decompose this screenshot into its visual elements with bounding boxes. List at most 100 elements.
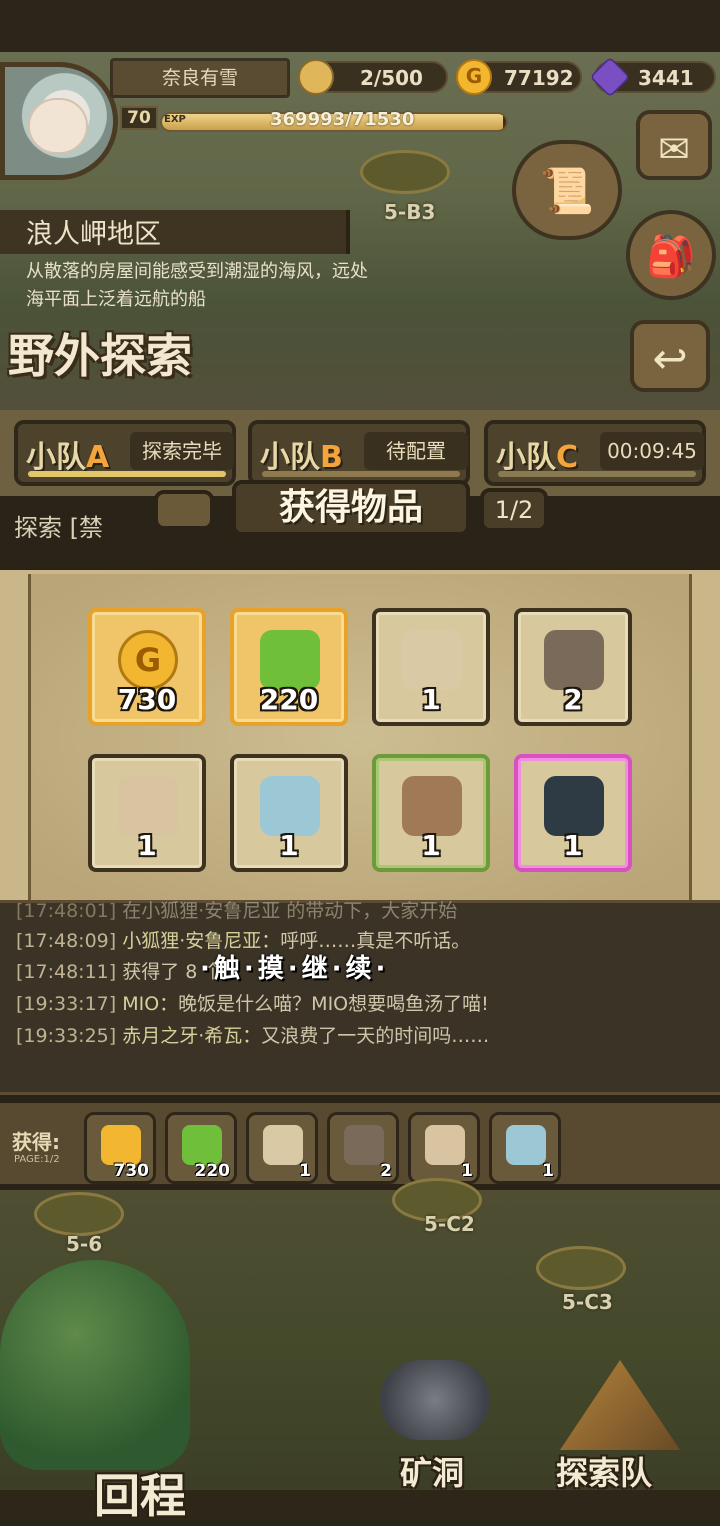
- gem-counter[interactable]: 3441: [589, 56, 716, 98]
- acquired-item-slot[interactable]: 1: [408, 1112, 480, 1184]
- acquired-item-icon: [101, 1125, 141, 1165]
- acquired-item-icon: [506, 1125, 546, 1165]
- exp-tag: EXP: [164, 114, 186, 125]
- item-slot-dark-ore[interactable]: 1: [514, 754, 632, 872]
- avatar-face: [28, 98, 88, 154]
- back-button[interactable]: ↩: [630, 320, 710, 392]
- mine-rock: [380, 1360, 490, 1440]
- acquired-item-slot[interactable]: 730: [84, 1112, 156, 1184]
- acquired-item-icon: [263, 1125, 303, 1165]
- popup-page-indicator: 1/2: [480, 488, 548, 532]
- squad-a-name: 小队A: [26, 440, 110, 475]
- acquired-item-count: 2: [380, 1161, 392, 1181]
- gold-counter[interactable]: G 77192: [456, 59, 582, 95]
- mine-button[interactable]: 矿洞: [400, 1448, 464, 1494]
- return-button[interactable]: 回程: [94, 1460, 186, 1526]
- acquired-item-count: 1: [542, 1161, 554, 1181]
- field-explore-title: 野外探索: [8, 329, 192, 383]
- player-name: 奈良有雪: [110, 58, 290, 98]
- gold-value: 77192: [504, 66, 574, 90]
- acquired-item-count: 1: [461, 1161, 473, 1181]
- squad-c-button[interactable]: 小队C 00:09:45: [484, 420, 706, 486]
- stage-label-5-b3: 5-B3: [384, 200, 436, 224]
- item-count: 1: [279, 829, 299, 862]
- item-slot-rope[interactable]: 1: [372, 754, 490, 872]
- water-bowl-icon: [260, 776, 320, 836]
- rope-icon: [402, 776, 462, 836]
- stage-node-5-b3[interactable]: [360, 150, 450, 194]
- acquired-item-count: 1: [299, 1161, 311, 1181]
- mail-button[interactable]: ✉: [636, 110, 712, 180]
- item-count: 2: [563, 683, 583, 716]
- item-count: 730: [117, 683, 177, 716]
- exp-value: 369993/71530: [270, 109, 415, 130]
- log-line: [17:48:01] 在小狐狸·安鲁尼亚 的带动下，大家开始: [16, 900, 458, 922]
- item-slot-stone-blocks[interactable]: 1: [88, 754, 206, 872]
- popup-title: 获得物品: [278, 487, 423, 528]
- acquired-label: 获得:: [12, 1130, 60, 1154]
- item-slot-gold-coin[interactable]: G 730: [88, 608, 206, 726]
- gold-coin-icon: G: [118, 630, 178, 690]
- acquired-item-count: 220: [194, 1161, 231, 1181]
- item-count: 220: [259, 683, 319, 716]
- acquired-page-indicator: PAGE:1/2: [14, 1154, 60, 1165]
- quest-scroll-button[interactable]: 📜: [512, 140, 622, 240]
- stamina-counter[interactable]: 2/500: [298, 59, 448, 95]
- envelope-icon: ✉: [658, 127, 690, 171]
- item-slot-flour-sack[interactable]: 1: [372, 608, 490, 726]
- stage-label-5-c2: 5-C2: [424, 1212, 475, 1236]
- area-description: 从散落的房屋间能感受到潮湿的海风，远处海平面上泛着远航的船: [26, 261, 368, 310]
- explore-status-line: 探索 [禁: [14, 514, 103, 542]
- squad-b-progress: [262, 471, 460, 477]
- pickaxe-icon: [544, 630, 604, 690]
- squad-a-status: 探索完毕: [130, 432, 234, 470]
- item-count: 1: [421, 829, 441, 862]
- item-count: 1: [421, 683, 441, 716]
- stage-node-5-c3[interactable]: [536, 1246, 626, 1290]
- stone-blocks-icon: [118, 776, 178, 836]
- bread-icon: [298, 59, 334, 95]
- stamina-value: 2/500: [360, 66, 423, 90]
- squad-c-name: 小队C: [496, 440, 579, 475]
- top-bar: [0, 0, 720, 52]
- gold-coin-icon: G: [456, 59, 492, 95]
- log-line: [19:33:25] 赤月之牙·希瓦：又浪费了一天的时间吗……: [16, 1025, 490, 1047]
- item-count: 1: [563, 829, 583, 862]
- item-slot-pickaxe[interactable]: 2: [514, 608, 632, 726]
- area-name: 浪人岬地区: [26, 219, 161, 250]
- acquired-item-slot[interactable]: 220: [165, 1112, 237, 1184]
- acquired-item-count: 730: [113, 1161, 150, 1181]
- item-slot-water-bowl[interactable]: 1: [230, 754, 348, 872]
- squad-b-name: 小队B: [260, 440, 343, 475]
- log-line: [17:48:11] 获得了 8 个: [16, 961, 223, 983]
- acquired-item-slot[interactable]: 2: [327, 1112, 399, 1184]
- green-feather-icon: [260, 630, 320, 690]
- item-count: 1: [137, 829, 157, 862]
- squad-a-progress: [28, 471, 226, 477]
- acquired-item-slot[interactable]: 1: [246, 1112, 318, 1184]
- item-slot-green-feather[interactable]: 220: [230, 608, 348, 726]
- flour-sack-icon: [402, 630, 462, 690]
- acquired-item-icon: [425, 1125, 465, 1165]
- squad-c-progress: [498, 471, 696, 477]
- backpack-icon: 🎒: [646, 234, 696, 280]
- squad-a-button[interactable]: 小队A 探索完毕: [14, 420, 236, 486]
- stage-label-5-c3: 5-C3: [562, 1290, 613, 1314]
- dark-ore-icon: [544, 776, 604, 836]
- squad-c-timer: 00:09:45: [600, 432, 704, 470]
- acquired-item-icon: [182, 1125, 222, 1165]
- backpack-button[interactable]: 🎒: [626, 210, 716, 300]
- squad-b-status: 待配置: [364, 432, 468, 470]
- stage-node-5-6[interactable]: [34, 1192, 124, 1236]
- tap-to-continue-prompt[interactable]: ·触·摸·继·续·: [200, 948, 389, 985]
- exploration-team-button[interactable]: 探索队: [556, 1448, 652, 1494]
- return-arrow-icon: ↩: [652, 334, 688, 383]
- acquired-item-slot[interactable]: 1: [489, 1112, 561, 1184]
- squad-b-button[interactable]: 小队B 待配置: [248, 420, 470, 486]
- level-badge: 70: [120, 106, 158, 130]
- acquired-item-icon: [344, 1125, 384, 1165]
- popup-left-tab: [154, 490, 214, 530]
- stage-label-5-6: 5-6: [66, 1232, 103, 1256]
- big-tree: [0, 1260, 190, 1470]
- scroll-icon: 📜: [539, 166, 595, 217]
